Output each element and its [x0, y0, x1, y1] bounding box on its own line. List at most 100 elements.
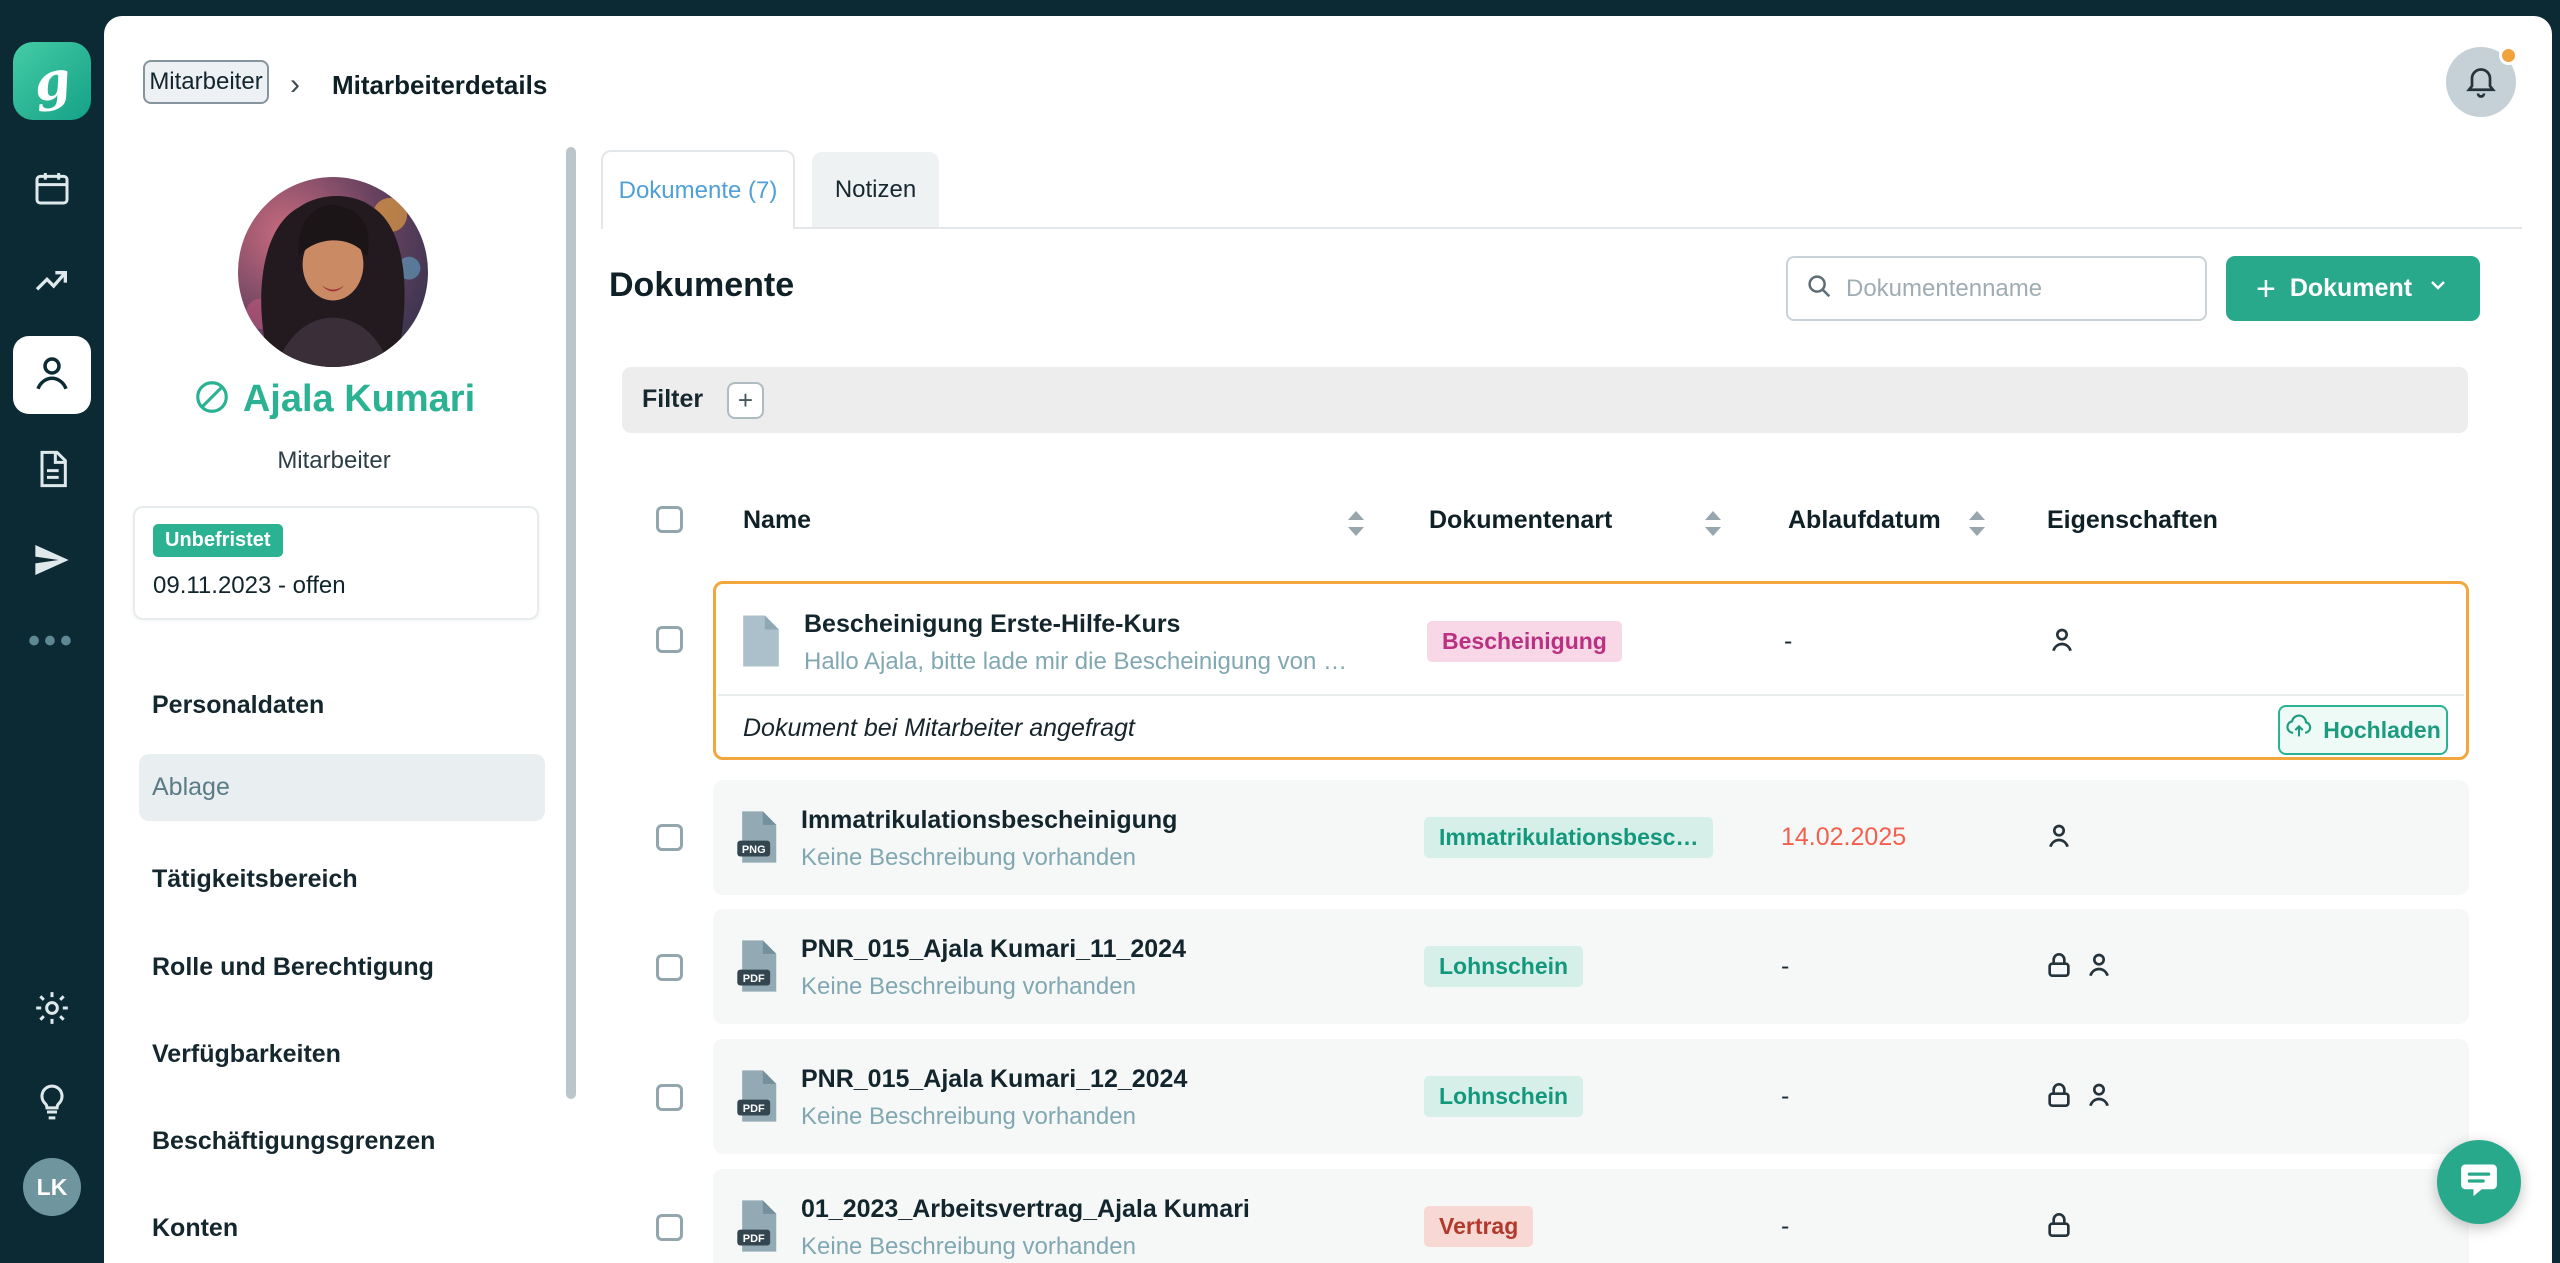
lock-icon: [2043, 1209, 2075, 1246]
employee-name-row: Ajala Kumari: [104, 378, 564, 421]
chevron-down-icon: [2426, 273, 2450, 304]
document-type-badge: Immatrikulationsbesc…: [1424, 817, 1713, 858]
expiry-date: -: [1781, 952, 1789, 981]
filter-bar: Filter +: [622, 367, 2468, 433]
search-input[interactable]: [1846, 275, 2176, 303]
sidebar-item-documents[interactable]: [32, 449, 72, 489]
properties-cell: [2046, 624, 2078, 661]
lock-icon: [2043, 1079, 2075, 1116]
document-name[interactable]: 01_2023_Arbeitsvertrag_Ajala Kumari: [801, 1195, 1250, 1224]
profile-menu-verfuegbarkeiten[interactable]: Verfügbarkeiten: [152, 1032, 532, 1076]
document-type-badge: Vertrag: [1424, 1206, 1533, 1247]
document-description: Keine Beschreibung vorhanden: [801, 844, 1136, 872]
document-description: Keine Beschreibung vorhanden: [801, 1233, 1136, 1261]
gear-icon: [32, 1015, 72, 1032]
tab-notizen[interactable]: Notizen: [812, 152, 939, 227]
properties-cell: [2043, 820, 2075, 857]
chat-launcher-button[interactable]: [2437, 1140, 2521, 1224]
table-row[interactable]: PDF 01_2023_Arbeitsvertrag_Ajala Kumari …: [713, 1169, 2469, 1263]
document-name[interactable]: PNR_015_Ajala Kumari_11_2024: [801, 935, 1186, 964]
document-type-badge: Lohnschein: [1424, 1076, 1583, 1117]
upload-button[interactable]: Hochladen: [2278, 705, 2448, 755]
add-document-label: Dokument: [2290, 274, 2412, 303]
tab-dokumente[interactable]: Dokumente (7): [601, 150, 795, 229]
sidebar-item-settings[interactable]: [32, 988, 72, 1028]
row-checkbox[interactable]: [656, 824, 683, 851]
employee-photo: [238, 177, 428, 367]
row-checkbox[interactable]: [656, 954, 683, 981]
file-type-icon-png: PNG: [736, 809, 780, 865]
profile-menu-beschaeftigungsgrenzen[interactable]: Beschäftigungsgrenzen: [152, 1119, 532, 1163]
svg-text:PDF: PDF: [743, 1103, 765, 1115]
sidebar-item-employees[interactable]: [13, 336, 91, 414]
column-header-expiry[interactable]: Ablaufdatum: [1788, 506, 1941, 535]
sidebar-item-send[interactable]: [32, 540, 72, 580]
row-checkbox[interactable]: [656, 1214, 683, 1241]
properties-cell: [2043, 949, 2115, 986]
sidebar-item-analytics[interactable]: [32, 261, 72, 301]
paper-plane-icon: [32, 567, 72, 584]
column-header-name[interactable]: Name: [743, 506, 811, 535]
row-checkbox[interactable]: [656, 626, 683, 653]
table-row-requested[interactable]: Bescheinigung Erste-Hilfe-Kurs Hallo Aja…: [713, 581, 2469, 760]
employee-avatar[interactable]: [238, 177, 428, 367]
file-type-icon-pdf: PDF: [736, 1198, 780, 1254]
person-icon: [2083, 949, 2115, 986]
svg-text:PDF: PDF: [743, 973, 765, 985]
profile-status-icon: [193, 378, 231, 421]
profile-menu-rolle[interactable]: Rolle und Berechtigung: [152, 945, 532, 989]
document-name[interactable]: Immatrikulationsbescheinigung: [801, 806, 1177, 835]
document-name[interactable]: Bescheinigung Erste-Hilfe-Kurs: [804, 610, 1180, 639]
row-divider: [718, 694, 2464, 696]
file-icon: [739, 613, 783, 669]
add-filter-button[interactable]: +: [727, 382, 764, 419]
table-row[interactable]: PNG Immatrikulationsbescheinigung Keine …: [713, 780, 2469, 895]
lightbulb-icon: [32, 1109, 72, 1126]
document-description: Keine Beschreibung vorhanden: [801, 1103, 1136, 1131]
person-icon: [2043, 820, 2075, 857]
contract-card: Unbefristet 09.11.2023 - offen: [133, 506, 539, 620]
table-row[interactable]: PDF PNR_015_Ajala Kumari_12_2024 Keine B…: [713, 1039, 2469, 1154]
lock-icon: [2043, 949, 2075, 986]
select-all-checkbox[interactable]: [656, 506, 683, 533]
breadcrumb-current: Mitarbeiterdetails: [332, 70, 547, 101]
current-user-avatar[interactable]: LK: [23, 1158, 81, 1216]
document-search[interactable]: [1786, 256, 2207, 321]
trending-up-icon: [32, 288, 72, 305]
app-logo-letter: g: [30, 48, 74, 113]
contract-status-badge: Unbefristet: [153, 524, 283, 557]
breadcrumb-separator: ›: [290, 68, 300, 102]
profile-menu-ablage[interactable]: Ablage: [152, 765, 532, 809]
profile-menu-konten[interactable]: Konten: [152, 1206, 532, 1250]
row-checkbox[interactable]: [656, 1084, 683, 1111]
document-description: Keine Beschreibung vorhanden: [801, 973, 1136, 1001]
profile-menu-personaldaten[interactable]: Personaldaten: [152, 683, 532, 727]
sort-icon-type[interactable]: [1705, 510, 1721, 537]
table-row[interactable]: PDF PNR_015_Ajala Kumari_11_2024 Keine B…: [713, 909, 2469, 1024]
document-icon: [32, 476, 72, 493]
sort-icon-name[interactable]: [1348, 510, 1364, 537]
expiry-date: -: [1781, 1212, 1789, 1241]
sort-icon-expiry[interactable]: [1969, 510, 1985, 537]
chat-bubble-icon: [2457, 1159, 2501, 1206]
content-scrollbar[interactable]: [566, 147, 576, 1099]
sidebar-item-calendar[interactable]: [32, 168, 72, 208]
employee-role: Mitarbeiter: [104, 447, 564, 475]
sidebar-item-ideas[interactable]: [32, 1082, 72, 1122]
app-rail: g ••• LK: [0, 0, 104, 1263]
expiry-date: -: [1781, 1082, 1789, 1111]
column-header-type[interactable]: Dokumentenart: [1429, 506, 1612, 535]
person-icon: [31, 352, 73, 399]
document-name[interactable]: PNR_015_Ajala Kumari_12_2024: [801, 1065, 1187, 1094]
sidebar-item-more[interactable]: •••: [22, 622, 82, 662]
upload-cloud-icon: [2285, 713, 2313, 747]
main-card: Mitarbeiter › Mitarbeiterdetails: [104, 16, 2552, 1263]
add-document-button[interactable]: + Dokument: [2226, 256, 2480, 321]
breadcrumb-root-button[interactable]: Mitarbeiter: [143, 60, 269, 104]
file-type-icon-pdf: PDF: [736, 938, 780, 994]
notification-dot: [2499, 46, 2518, 65]
plus-icon: +: [2256, 274, 2276, 304]
profile-menu-taetigkeitsbereich[interactable]: Tätigkeitsbereich: [152, 857, 532, 901]
properties-cell: [2043, 1209, 2075, 1246]
app-logo[interactable]: g: [13, 42, 91, 120]
